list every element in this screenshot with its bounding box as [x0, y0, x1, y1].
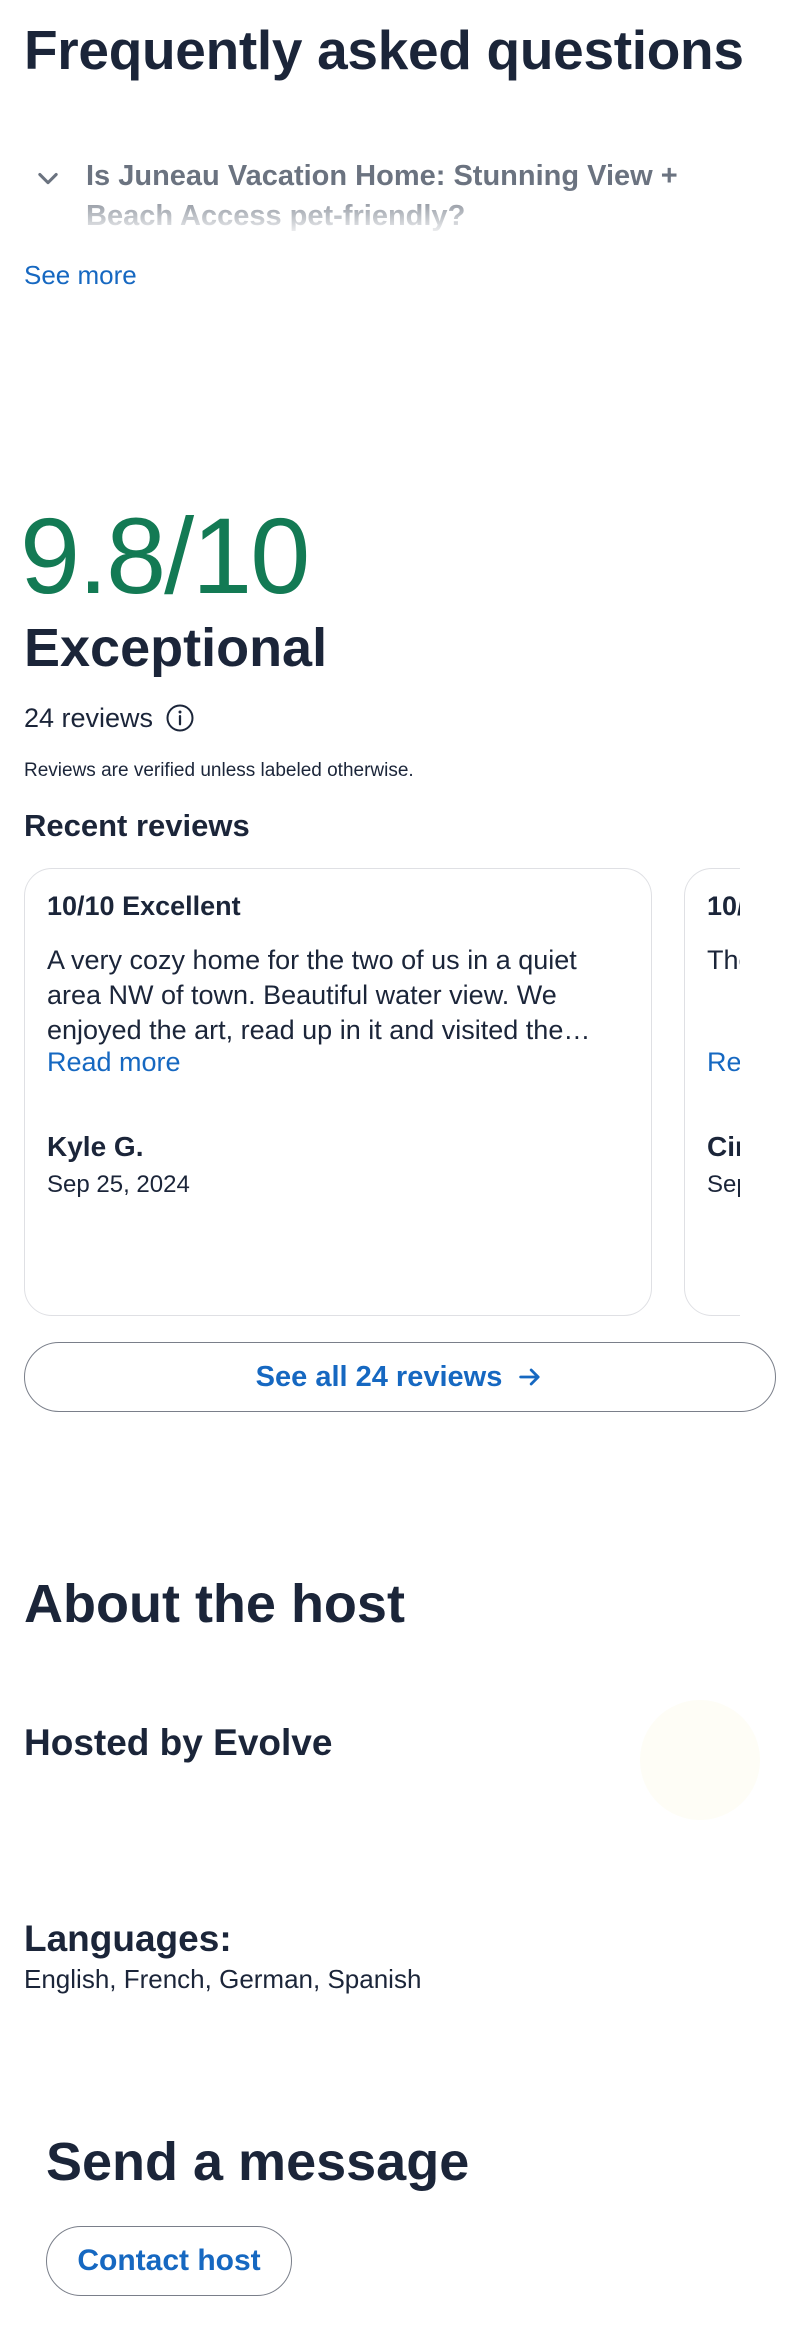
about-host-title: About the host: [24, 1574, 405, 1634]
carousel-clip-edge: [740, 868, 760, 1320]
rating-score: 9.8/10: [20, 495, 310, 616]
recent-reviews-title: Recent reviews: [24, 808, 250, 843]
contact-host-button[interactable]: Contact host: [46, 2226, 292, 2296]
faq-title: Frequently asked questions: [24, 19, 744, 81]
send-message-title: Send a message: [46, 2132, 470, 2192]
faq-item[interactable]: Is Juneau Vacation Home: Stunning View +…: [24, 150, 724, 234]
host-logo: [640, 1700, 760, 1820]
verified-note: Reviews are verified unless labeled othe…: [24, 760, 414, 781]
rating-label: Exceptional: [24, 618, 328, 678]
see-more-link[interactable]: See more: [24, 260, 137, 291]
see-all-reviews-button[interactable]: See all 24 reviews: [24, 1342, 776, 1412]
languages-list: English, French, German, Spanish: [24, 1964, 422, 1994]
arrow-right-icon: [516, 1363, 544, 1391]
hosted-by: Hosted by Evolve: [24, 1722, 333, 1763]
review-date: Sep 25, 2024: [47, 1171, 190, 1198]
review-author: Kyle G.: [47, 1131, 144, 1162]
review-card[interactable]: 10/10 Excellent A very cozy home for the…: [24, 868, 652, 1316]
review-rating: 10/10 Excellent: [47, 891, 241, 921]
review-count-row: 24 reviews: [24, 700, 195, 736]
info-icon[interactable]: [165, 703, 195, 733]
languages-title: Languages:: [24, 1918, 232, 1959]
read-more-link[interactable]: Read more: [47, 1047, 181, 1078]
see-all-reviews-label: See all 24 reviews: [255, 1360, 503, 1393]
reviews-carousel[interactable]: 10/10 Excellent A very cozy home for the…: [24, 868, 760, 1320]
faq-fade-overlay: [24, 188, 724, 234]
review-count: 24 reviews: [24, 702, 154, 733]
review-text: A very cozy home for the two of us in a …: [47, 945, 577, 1045]
property-details-page: Frequently asked questions Is Juneau Vac…: [0, 0, 800, 2328]
